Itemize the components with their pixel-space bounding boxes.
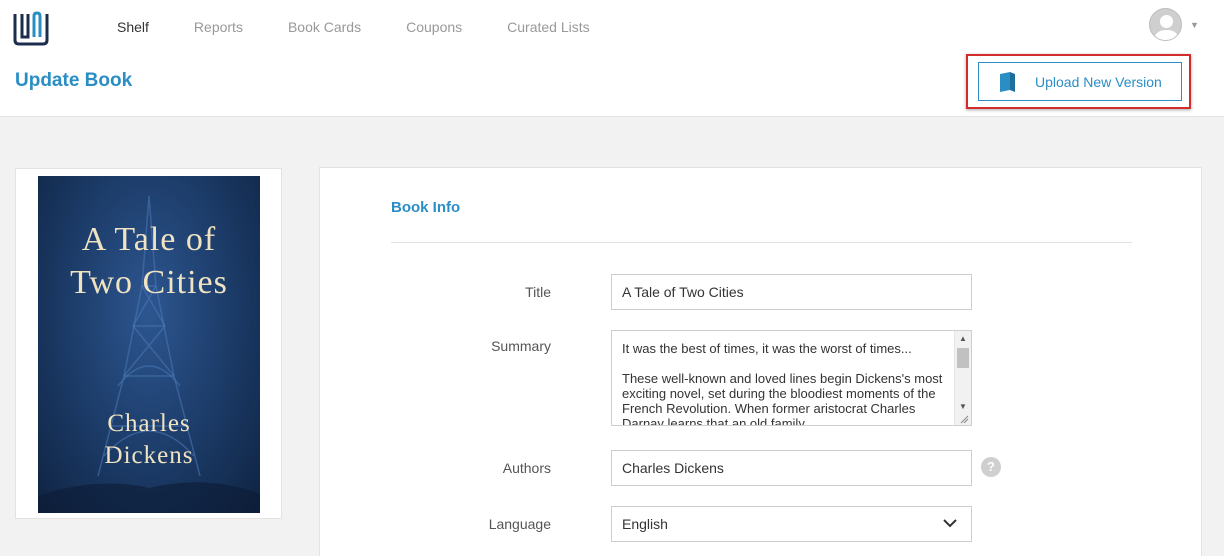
book-cover-card: A Tale of Two Cities Charles Dickens — [15, 168, 282, 519]
page-title: Update Book — [15, 70, 133, 91]
brand-logo-icon[interactable] — [13, 10, 49, 46]
question-icon[interactable]: ? — [981, 457, 1001, 477]
title-label: Title — [525, 284, 551, 300]
scroll-down-icon[interactable]: ▼ — [955, 399, 971, 415]
language-selected-value: English — [622, 516, 668, 532]
nav-item-shelf[interactable]: Shelf — [117, 18, 149, 36]
upload-new-version-button[interactable]: Upload New Version — [978, 62, 1182, 101]
main-nav: Shelf Reports Book Cards Coupons Curated… — [117, 18, 635, 36]
summary-textarea[interactable]: It was the best of times, it was the wor… — [611, 330, 972, 426]
scroll-thumb[interactable] — [957, 348, 969, 368]
section-title: Book Info — [391, 199, 461, 216]
summary-text: It was the best of times, it was the wor… — [622, 341, 943, 426]
summary-label: Summary — [491, 338, 551, 354]
title-input[interactable]: A Tale of Two Cities — [611, 274, 972, 310]
summary-scrollbar[interactable]: ▲ ▼ — [954, 331, 971, 425]
caret-down-icon[interactable]: ▼ — [1190, 20, 1199, 30]
book-info-form: Book Info Title A Tale of Two Cities Sum… — [319, 167, 1202, 556]
section-divider — [391, 242, 1132, 243]
nav-item-reports[interactable]: Reports — [194, 18, 243, 36]
resize-grip-icon[interactable] — [959, 414, 969, 424]
nav-item-book-cards[interactable]: Book Cards — [288, 18, 361, 36]
chevron-down-icon — [943, 519, 957, 528]
scroll-up-icon[interactable]: ▲ — [955, 331, 971, 347]
user-avatar-icon[interactable] — [1149, 8, 1182, 41]
top-bar: Shelf Reports Book Cards Coupons Curated… — [0, 0, 1224, 117]
authors-label: Authors — [502, 460, 551, 476]
user-menu[interactable]: ▼ — [1149, 8, 1199, 41]
book-cover-image[interactable]: A Tale of Two Cities Charles Dickens — [38, 176, 260, 513]
cover-author: Charles Dickens — [104, 410, 194, 469]
book-icon — [1000, 71, 1015, 92]
language-label: Language — [488, 516, 551, 532]
cover-title: A Tale of Two Cities — [70, 221, 228, 301]
nav-item-coupons[interactable]: Coupons — [406, 18, 462, 36]
language-select[interactable]: English — [611, 506, 972, 542]
nav-item-curated-lists[interactable]: Curated Lists — [507, 18, 589, 36]
upload-button-label: Upload New Version — [1035, 73, 1162, 90]
authors-input[interactable]: Charles Dickens — [611, 450, 972, 486]
